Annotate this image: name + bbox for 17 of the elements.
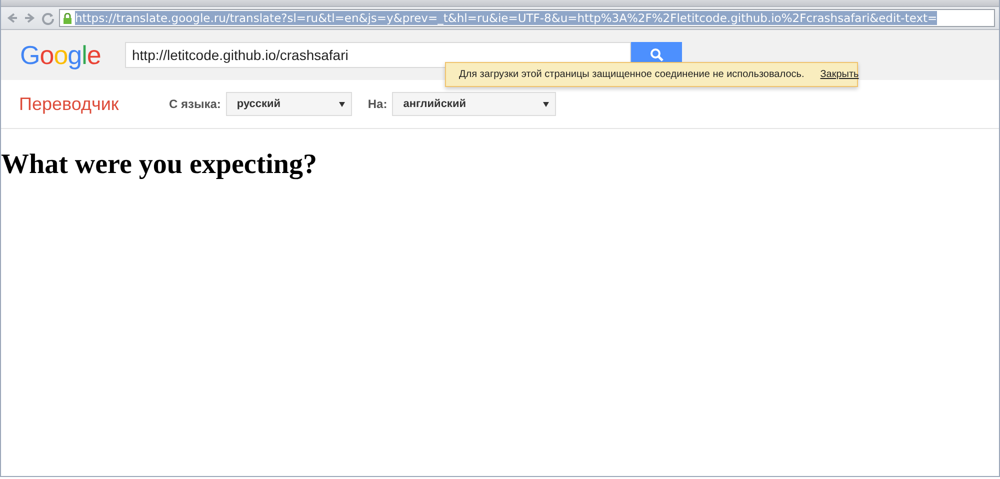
translator-title: Переводчик [19, 94, 120, 114]
lock-icon [63, 12, 72, 24]
search-icon [650, 48, 664, 62]
target-language-label: На: [368, 97, 388, 111]
close-link[interactable]: Закрыть [820, 69, 859, 80]
caret-icon [338, 102, 345, 106]
page-heading: What were you expecting? [1, 149, 317, 181]
source-language-label: С языка: [169, 97, 221, 111]
caret-icon [543, 102, 550, 106]
back-icon[interactable] [5, 11, 19, 25]
reload-icon[interactable] [41, 11, 55, 25]
url-field[interactable]: http://letitcode.github.io/crashsafari [125, 42, 631, 68]
notification-text: Для загрузки этой страницы защищенное соединение не использовалось. [459, 69, 804, 80]
forward-icon[interactable] [23, 11, 37, 25]
address-url: https://translate.google.ru/translate?sl=ru&tl=en&js=y&prev=_t&hl=ru&ie=UTF-8&u=http%3A%2F%2Fletitcode.github.io%2Fcrashsafari&edit-text= [75, 11, 938, 25]
target-language-dropdown[interactable]: английский [392, 92, 556, 116]
source-language-dropdown[interactable]: русский [226, 92, 352, 116]
